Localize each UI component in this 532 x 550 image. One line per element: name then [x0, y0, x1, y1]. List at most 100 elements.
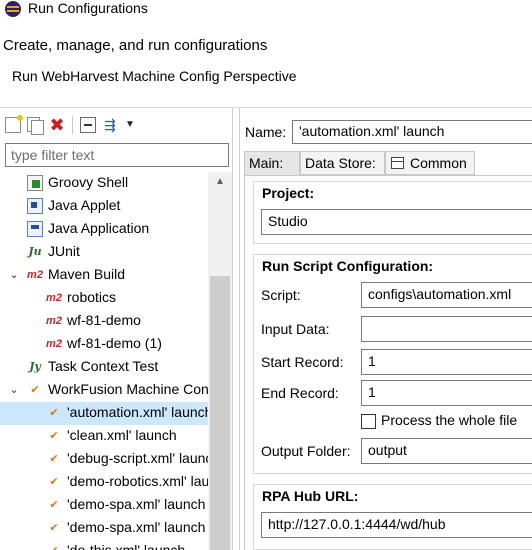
tree-item-label: 'automation.xml' launch: [67, 404, 208, 420]
script-field[interactable]: configs\automation.xml: [361, 282, 532, 308]
tree-item[interactable]: ⌄ m2 Maven Build: [0, 264, 208, 287]
duplicate-icon[interactable]: [27, 117, 44, 135]
start-record-label: Start Record:: [261, 354, 344, 370]
tree-item-label: 'do-this.xml' launch: [67, 542, 186, 550]
workfusion-icon: ✔: [46, 543, 62, 550]
java-applet-icon: [27, 198, 43, 214]
config-editor-panel: Name: 'automation.xml' launch Main: Data…: [239, 108, 532, 550]
title-bar: Run Configurations: [0, 0, 532, 20]
maven-icon: m2: [46, 315, 62, 327]
tree-item[interactable]: Groovy Shell: [0, 172, 208, 195]
tree-item[interactable]: ✔ 'debug-script.xml' launch: [0, 448, 208, 471]
tree-item[interactable]: ✔ 'demo-spa.xml' launch: [0, 517, 208, 540]
input-data-field[interactable]: [361, 316, 532, 342]
run-script-group: Run Script Configuration: Script: config…: [253, 254, 532, 474]
input-data-label: Input Data:: [261, 321, 330, 337]
tab-data-store[interactable]: Data Store:: [300, 151, 385, 175]
task-context-icon: Jy: [29, 360, 41, 373]
workfusion-icon: ✔: [49, 522, 59, 534]
tree-item[interactable]: Java Application: [0, 218, 208, 241]
tree-item-label: 'clean.xml' launch: [67, 427, 177, 443]
tab-common-label: Common: [410, 155, 467, 171]
collapse-all-icon[interactable]: [80, 117, 96, 133]
workfusion-icon: ✔: [49, 476, 59, 488]
workfusion-icon: ✔: [49, 407, 59, 419]
tree-item-label: Task Context Test: [48, 358, 159, 374]
java-app-icon: [27, 221, 43, 237]
whole-file-checkbox[interactable]: [361, 414, 376, 429]
config-tree: Groovy Shell Java Applet Java Application J…: [0, 172, 208, 550]
groovy-icon: [27, 175, 43, 191]
script-label: Script:: [261, 287, 301, 303]
tree-item-label: 'demo-robotics.xml' launch: [67, 473, 208, 489]
tree-item[interactable]: ⌄ ✔ WorkFusion Machine Config: [0, 379, 208, 402]
tab-main[interactable]: Main:: [244, 151, 300, 175]
tree-item[interactable]: ✔ 'clean.xml' launch: [0, 425, 208, 448]
expand-arrow-icon[interactable]: ⌄: [8, 382, 20, 398]
tree-item-label: Java Application: [48, 220, 150, 236]
run-script-title: Run Script Configuration:: [262, 258, 434, 274]
filter-box: [5, 143, 229, 167]
tree-item-label: WorkFusion Machine Config: [48, 381, 208, 397]
editor-tabs: Main: Data Store: Common: [244, 151, 532, 175]
name-label: Name:: [245, 124, 287, 140]
tree-item[interactable]: Jy Task Context Test: [0, 356, 208, 379]
view-menu-icon[interactable]: ▼: [124, 117, 136, 133]
tree-item-label: Maven Build: [48, 266, 126, 282]
tree-item[interactable]: m2 robotics: [0, 287, 208, 310]
config-toolbar: ✖ ⇶ ▼: [0, 108, 232, 140]
rpa-hub-group: RPA Hub URL: http://127.0.0.1:4444/wd/hu…: [253, 484, 532, 550]
tree-item[interactable]: Ju JUnit: [0, 241, 208, 264]
whole-file-label: Process the whole file: [381, 412, 518, 428]
workfusion-icon: ✔: [30, 384, 40, 396]
end-record-label: End Record:: [261, 385, 339, 401]
project-group: Project: Studio: [253, 181, 532, 244]
delete-icon[interactable]: ✖: [49, 116, 65, 134]
junit-icon: Ju: [28, 245, 42, 258]
tree-item-label: Groovy Shell: [48, 174, 129, 190]
tree-item-label: wf-81-demo (1): [67, 335, 162, 351]
start-record-field[interactable]: 1: [361, 349, 532, 375]
maven-icon: m2: [27, 269, 43, 281]
workfusion-icon: ✔: [49, 453, 59, 465]
scroll-up-arrow-icon[interactable]: ▲: [208, 172, 232, 192]
common-tab-icon: [391, 157, 404, 169]
maven-icon: m2: [46, 292, 62, 304]
tree-scrollbar[interactable]: ▲: [208, 172, 232, 550]
tree-item-label: 'debug-script.xml' launch: [67, 450, 208, 466]
tree-item[interactable]: m2 wf-81-demo (1): [0, 333, 208, 356]
tree-item[interactable]: ✔ 'do-this.xml' launch: [0, 540, 208, 550]
tree-item[interactable]: Java Applet: [0, 195, 208, 218]
tree-item-label: 'demo-spa.xml' launch: [67, 519, 206, 535]
new-config-icon[interactable]: [5, 115, 23, 133]
project-field[interactable]: Studio: [261, 209, 532, 235]
filter-icon[interactable]: ⇶: [102, 117, 118, 133]
maven-icon: m2: [46, 338, 62, 350]
tree-item[interactable]: ✔ 'demo-spa.xml' launch: [0, 494, 208, 517]
eclipse-icon: [5, 1, 21, 17]
tab-common[interactable]: Common: [385, 151, 475, 175]
main-tab-content: Project: Studio Run Script Configuration…: [244, 175, 532, 550]
dialog-heading: Create, manage, and run configurations: [3, 37, 268, 54]
toolbar-divider: [72, 116, 73, 134]
tree-item-label: Java Applet: [48, 197, 121, 213]
filter-input[interactable]: [11, 146, 223, 164]
rpa-hub-title: RPA Hub URL:: [262, 488, 359, 504]
output-folder-field[interactable]: output: [361, 438, 532, 464]
tree-item[interactable]: ✔ 'demo-robotics.xml' launch: [0, 471, 208, 494]
dialog-header: Create, manage, and run configurations R…: [0, 20, 532, 107]
end-record-field[interactable]: 1: [361, 380, 532, 406]
tree-item[interactable]: ✔ 'automation.xml' launch: [0, 402, 208, 425]
tree-item[interactable]: m2 wf-81-demo: [0, 310, 208, 333]
output-folder-label: Output Folder:: [261, 443, 351, 459]
window-title: Run Configurations: [28, 0, 148, 16]
expand-arrow-icon[interactable]: ⌄: [8, 267, 20, 283]
dialog-subheading: Run WebHarvest Machine Config Perspectiv…: [12, 68, 297, 84]
tree-item-label: 'demo-spa.xml' launch: [67, 496, 206, 512]
tree-item-label: JUnit: [48, 243, 80, 259]
project-title: Project:: [262, 185, 315, 201]
name-field[interactable]: 'automation.xml' launch: [292, 120, 532, 144]
scroll-thumb[interactable]: [210, 276, 230, 550]
workfusion-icon: ✔: [49, 499, 59, 511]
rpa-hub-url-field[interactable]: http://127.0.0.1:4444/wd/hub: [261, 512, 532, 538]
